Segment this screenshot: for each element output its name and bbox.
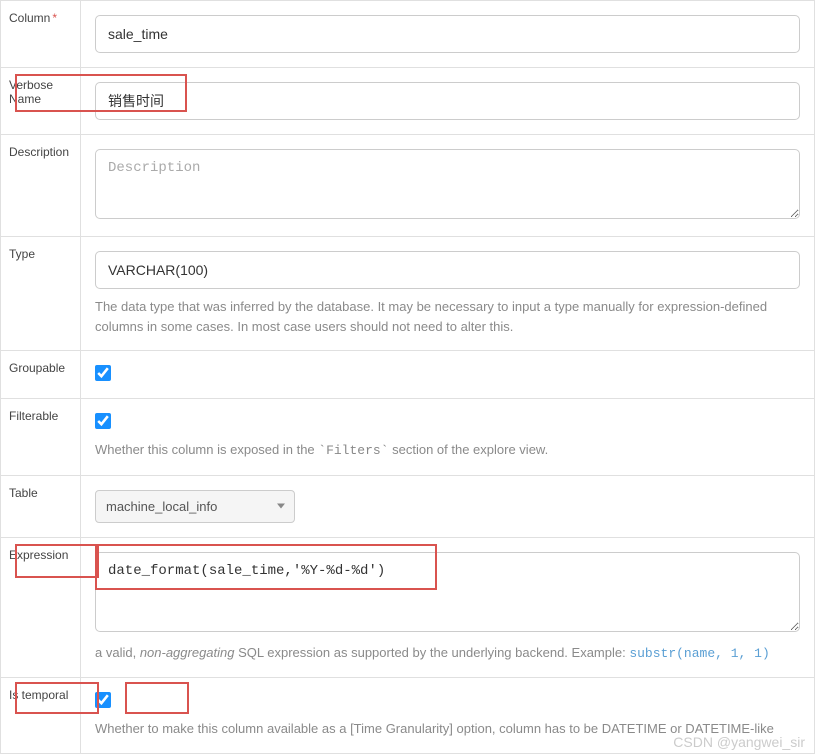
is-temporal-help-text: Whether to make this column available as… <box>95 719 800 739</box>
description-textarea[interactable] <box>95 149 800 219</box>
label-is-temporal: Is temporal <box>1 678 81 754</box>
expression-help-prefix: a valid, <box>95 645 140 660</box>
row-is-temporal: Is temporal Whether to make this column … <box>1 678 815 754</box>
row-column: Column* <box>1 1 815 68</box>
row-groupable: Groupable <box>1 351 815 399</box>
label-groupable: Groupable <box>1 351 81 399</box>
verbose-name-input[interactable] <box>95 82 800 120</box>
row-expression: Expression date_format(sale_time,'%Y-%d-… <box>1 537 815 678</box>
label-column: Column* <box>1 1 81 68</box>
filterable-help-text: Whether this column is exposed in the `F… <box>95 440 800 461</box>
label-filterable: Filterable <box>1 399 81 476</box>
is-temporal-checkbox[interactable] <box>95 692 111 708</box>
label-table: Table <box>1 475 81 537</box>
column-input[interactable] <box>95 15 800 53</box>
label-column-text: Column <box>9 11 50 25</box>
filterable-help-code: `Filters` <box>318 443 388 458</box>
expression-help-code: substr(name, 1, 1) <box>629 646 769 661</box>
label-type: Type <box>1 237 81 351</box>
label-expression: Expression <box>1 537 81 678</box>
label-verbose-name: Verbose Name <box>1 68 81 135</box>
row-table: Table machine_local_info <box>1 475 815 537</box>
expression-help-em: non-aggregating <box>140 645 235 660</box>
row-description: Description <box>1 135 815 237</box>
expression-textarea[interactable]: date_format(sale_time,'%Y-%d-%d') <box>95 552 800 632</box>
row-type: Type The data type that was inferred by … <box>1 237 815 351</box>
row-filterable: Filterable Whether this column is expose… <box>1 399 815 476</box>
type-input[interactable] <box>95 251 800 289</box>
expression-help-text: a valid, non-aggregating SQL expression … <box>95 643 800 664</box>
filterable-help-prefix: Whether this column is exposed in the <box>95 442 318 457</box>
groupable-checkbox[interactable] <box>95 365 111 381</box>
expression-help-mid: SQL expression as supported by the under… <box>235 645 630 660</box>
label-description: Description <box>1 135 81 237</box>
row-verbose-name: Verbose Name <box>1 68 815 135</box>
required-asterisk: * <box>52 11 57 25</box>
filterable-help-suffix: section of the explore view. <box>389 442 549 457</box>
column-form-table: Column* Verbose Name Description Type Th… <box>0 0 815 754</box>
table-select[interactable]: machine_local_info <box>95 490 295 523</box>
filterable-checkbox[interactable] <box>95 413 111 429</box>
type-help-text: The data type that was inferred by the d… <box>95 297 800 336</box>
table-select-wrap[interactable]: machine_local_info <box>95 490 295 523</box>
